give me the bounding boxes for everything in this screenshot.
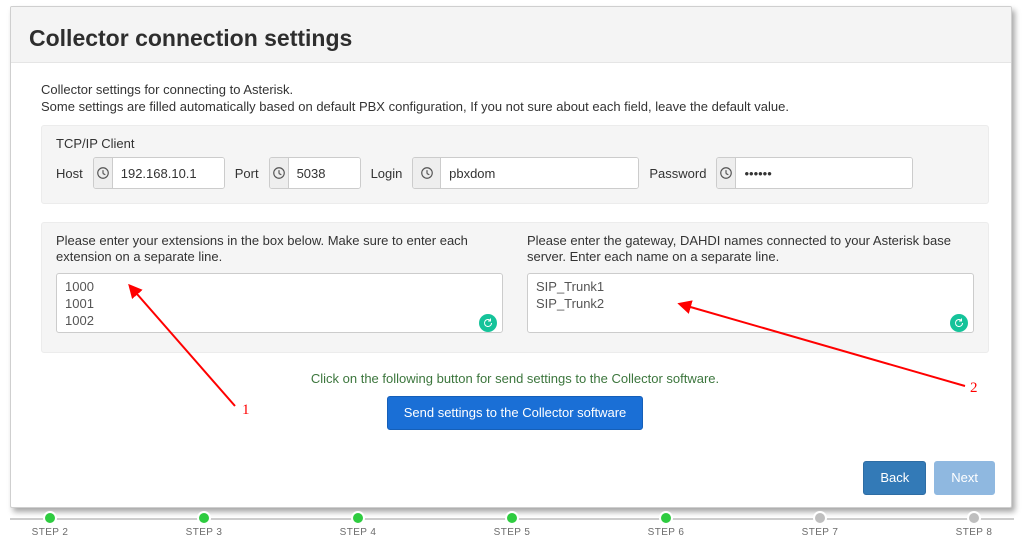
step-5: STEP 5 — [482, 511, 542, 538]
settings-card: Collector connection settings Collector … — [10, 6, 1012, 508]
tcp-ip-heading: TCP/IP Client — [56, 136, 974, 151]
password-input-group — [716, 157, 913, 189]
login-addon-icon — [413, 158, 441, 188]
host-label: Host — [56, 166, 83, 181]
step-dot — [197, 511, 211, 525]
send-row: Send settings to the Collector software — [41, 396, 989, 430]
step-label: STEP 5 — [494, 527, 531, 538]
send-settings-button[interactable]: Send settings to the Collector software — [387, 396, 644, 430]
host-input-group — [93, 157, 225, 189]
card-header: Collector connection settings — [11, 7, 1011, 63]
password-input[interactable] — [736, 158, 912, 188]
host-input[interactable] — [113, 158, 224, 188]
step-label: STEP 4 — [340, 527, 377, 538]
back-button[interactable]: Back — [863, 461, 926, 495]
intro-line-1: Collector settings for connecting to Ast… — [41, 82, 293, 97]
step-label: STEP 8 — [956, 527, 993, 538]
gateways-textarea-wrap — [527, 273, 974, 338]
port-input[interactable] — [289, 158, 360, 188]
step-6: STEP 6 — [636, 511, 696, 538]
extensions-textarea-wrap — [56, 273, 503, 338]
tcp-ip-form-row: Host Port Login — [56, 157, 974, 189]
two-columns: Please enter your extensions in the box … — [56, 233, 974, 338]
login-input[interactable] — [441, 158, 638, 188]
send-hint: Click on the following button for send s… — [41, 371, 989, 386]
step-indicator: STEP 2 STEP 3 STEP 4 STEP 5 STEP 6 STEP 7 STEP… — [10, 511, 1014, 541]
gateways-column: Please enter the gateway, DAHDI names co… — [527, 233, 974, 338]
page-title: Collector connection settings — [29, 25, 993, 52]
grammarly-icon — [479, 314, 497, 332]
step-dot — [351, 511, 365, 525]
step-label: STEP 3 — [186, 527, 223, 538]
step-2: STEP 2 — [20, 511, 80, 538]
step-8: STEP 8 — [944, 511, 1004, 538]
step-label: STEP 7 — [802, 527, 839, 538]
card-body: Collector settings for connecting to Ast… — [11, 63, 1011, 430]
login-label: Login — [371, 166, 403, 181]
login-input-group — [412, 157, 639, 189]
step-dot — [967, 511, 981, 525]
port-addon-icon — [270, 158, 289, 188]
extensions-column: Please enter your extensions in the box … — [56, 233, 503, 338]
step-dot — [505, 511, 519, 525]
step-dot — [813, 511, 827, 525]
step-4: STEP 4 — [328, 511, 388, 538]
step-dot — [43, 511, 57, 525]
extensions-panel: Please enter your extensions in the box … — [41, 222, 989, 353]
step-7: STEP 7 — [790, 511, 850, 538]
step-3: STEP 3 — [174, 511, 234, 538]
extensions-textarea[interactable] — [56, 273, 503, 333]
intro-text: Collector settings for connecting to Ast… — [41, 81, 989, 115]
tcp-ip-panel: TCP/IP Client Host Port — [41, 125, 989, 204]
password-label: Password — [649, 166, 706, 181]
grammarly-icon — [950, 314, 968, 332]
extensions-label: Please enter your extensions in the box … — [56, 233, 503, 267]
gateways-textarea[interactable] — [527, 273, 974, 333]
step-label: STEP 6 — [648, 527, 685, 538]
footer-actions: Back Next — [863, 461, 995, 495]
password-addon-icon — [717, 158, 736, 188]
step-dots: STEP 2 STEP 3 STEP 4 STEP 5 STEP 6 STEP 7 STEP… — [10, 511, 1014, 538]
port-input-group — [269, 157, 361, 189]
next-button[interactable]: Next — [934, 461, 995, 495]
gateways-label: Please enter the gateway, DAHDI names co… — [527, 233, 974, 267]
host-addon-icon — [94, 158, 113, 188]
port-label: Port — [235, 166, 259, 181]
step-label: STEP 2 — [32, 527, 69, 538]
intro-line-2: Some settings are filled automatically b… — [41, 99, 789, 114]
step-dot — [659, 511, 673, 525]
